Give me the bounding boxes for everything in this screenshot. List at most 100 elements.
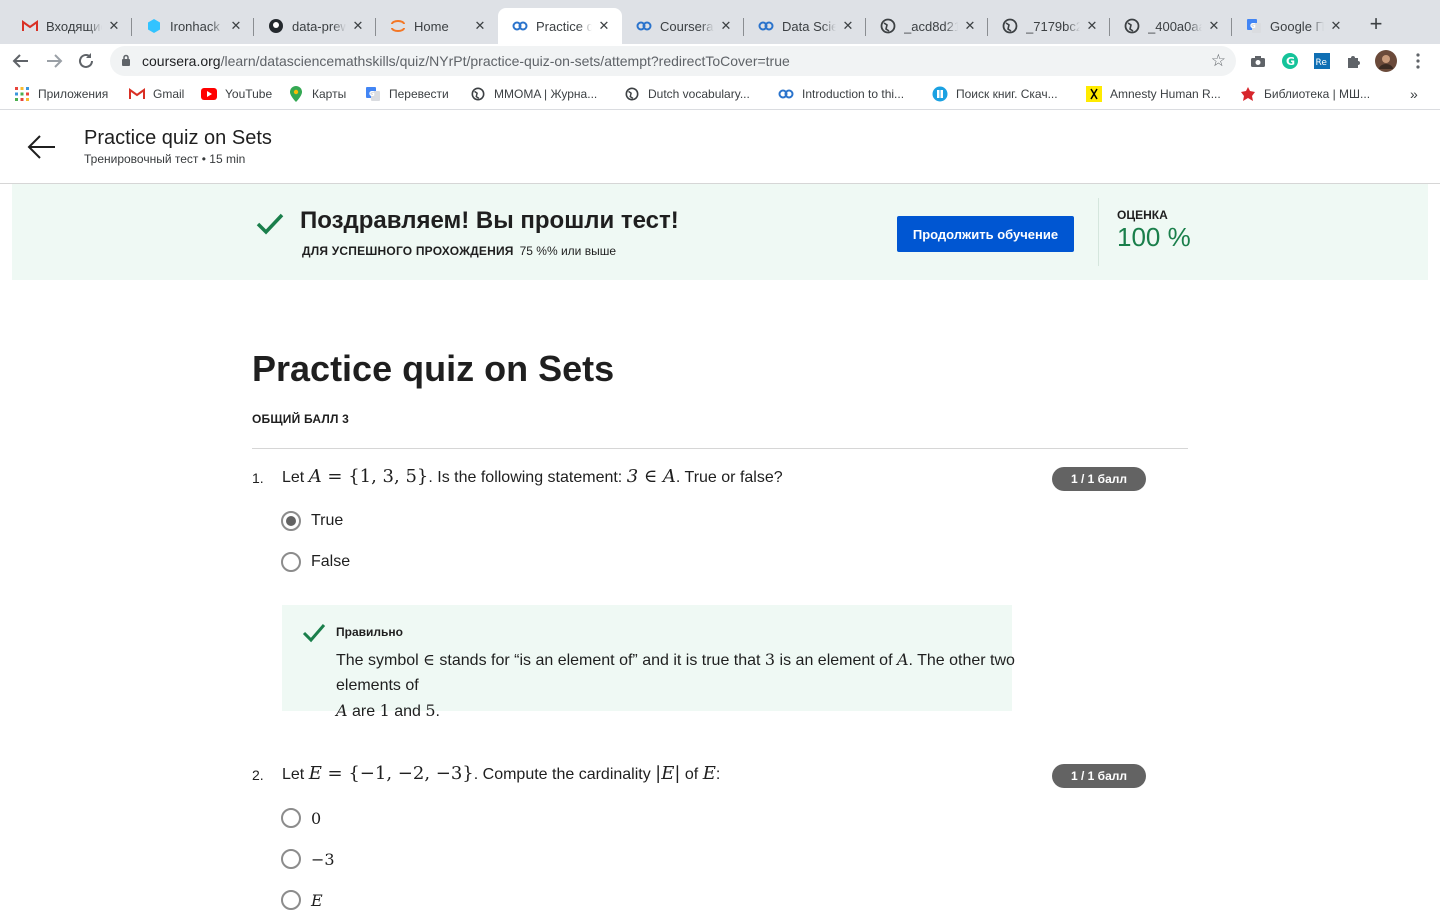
ironhack-icon: [146, 18, 162, 34]
svg-text:G: G: [369, 90, 375, 98]
close-tab-icon[interactable]: ✕: [1328, 18, 1344, 34]
bookmark-mmoma[interactable]: MMOMA | Журна...: [470, 85, 597, 103]
browser-tab-active[interactable]: Practice q ✕: [498, 8, 622, 44]
bookmark-apps[interactable]: Приложения: [14, 85, 108, 103]
close-tab-icon[interactable]: ✕: [1084, 18, 1100, 34]
feedback-box: Правильно The symbol ∈ stands for “is an…: [282, 605, 1015, 720]
globe-icon: [470, 86, 486, 102]
camera-icon[interactable]: [1248, 51, 1268, 71]
address-bar[interactable]: coursera.org/learn/datasciencemathskills…: [110, 46, 1236, 76]
bookmark-youtube[interactable]: YouTube: [201, 85, 272, 103]
bookmark-amnesty[interactable]: Amnesty Human R...: [1086, 85, 1221, 103]
question-number: 2.: [252, 767, 264, 783]
result-banner: Поздравляем! Вы прошли тест! ДЛЯ УСПЕШНО…: [12, 184, 1428, 280]
more-bookmarks-icon[interactable]: »: [1410, 85, 1418, 103]
url-host: coursera.org: [142, 53, 221, 69]
coursera-icon: [758, 18, 774, 34]
svg-text:G: G: [1286, 55, 1295, 68]
bookmark-star-icon[interactable]: ☆: [1211, 51, 1226, 71]
browser-tab[interactable]: Входящие ✕: [8, 8, 132, 44]
close-tab-icon[interactable]: ✕: [962, 18, 978, 34]
browser-tab[interactable]: data-prew ✕: [254, 8, 376, 44]
radio-button[interactable]: [281, 890, 301, 910]
close-tab-icon[interactable]: ✕: [1206, 18, 1222, 34]
new-tab-button[interactable]: +: [1364, 11, 1388, 36]
browser-tab[interactable]: Ironhack S ✕: [132, 8, 254, 44]
readwise-icon[interactable]: Re: [1312, 51, 1332, 71]
feedback-text: The symbol ∈ stands for “is an element o…: [336, 650, 1015, 720]
bookmark-library[interactable]: Библиотека | МШ...: [1240, 85, 1370, 103]
maps-icon: [288, 86, 304, 102]
close-tab-icon[interactable]: ✕: [596, 18, 612, 34]
browser-tab[interactable]: Home ✕: [376, 8, 498, 44]
globe-icon: [1002, 18, 1018, 34]
bookmark-books[interactable]: Поиск книг. Скач...: [932, 85, 1058, 103]
coursera-icon: [778, 86, 794, 102]
svg-text:G: G: [1250, 22, 1256, 30]
question-score-badge: 1 / 1 балл: [1052, 764, 1146, 788]
grade-value: 100 %: [1117, 222, 1191, 252]
github-icon: [268, 18, 284, 34]
back-arrow-icon[interactable]: [8, 48, 34, 74]
grade-label: ОЦЕНКА: [1117, 208, 1168, 222]
pass-label: ДЛЯ УСПЕШНОГО ПРОХОЖДЕНИЯ: [302, 244, 514, 258]
radio-button[interactable]: [281, 849, 301, 869]
youtube-icon: [201, 86, 217, 102]
radio-button[interactable]: [281, 552, 301, 572]
browser-menu-icon[interactable]: [1408, 51, 1428, 71]
pass-value: 75 %% или выше: [519, 244, 616, 258]
question-text: Let E = {−1, −2, −3}. Compute the cardin…: [282, 763, 721, 784]
answer-option[interactable]: E: [281, 888, 323, 912]
bookmark-maps[interactable]: Карты: [288, 85, 346, 103]
radio-button-checked[interactable]: [281, 511, 301, 531]
bookmark-dutch[interactable]: Dutch vocabulary...: [624, 85, 750, 103]
books-icon: [932, 86, 948, 102]
browser-tab[interactable]: Coursera ✕: [622, 8, 744, 44]
feedback-title: Правильно: [336, 625, 403, 639]
check-icon: [255, 212, 285, 236]
continue-learning-button[interactable]: Продолжить обучение: [897, 216, 1074, 252]
close-tab-icon[interactable]: ✕: [228, 18, 244, 34]
back-arrow-icon[interactable]: [26, 131, 58, 163]
total-score: ОБЩИЙ БАЛЛ 3: [252, 412, 349, 426]
quiz-title: Practice quiz on Sets: [252, 348, 615, 389]
browser-tab[interactable]: _400a0aa ✕: [1110, 8, 1232, 44]
browser-tab[interactable]: Data Scie ✕: [744, 8, 866, 44]
bookmark-gmail[interactable]: Gmail: [129, 85, 184, 103]
answer-option[interactable]: −3: [281, 847, 335, 871]
browser-tab[interactable]: _acd8d21 ✕: [866, 8, 988, 44]
bookmark-introduction[interactable]: Introduction to thi...: [778, 85, 904, 103]
extensions-puzzle-icon[interactable]: [1344, 51, 1364, 71]
close-tab-icon[interactable]: ✕: [718, 18, 734, 34]
url-path: /learn/datasciencemathskills/quiz/NYrPt/…: [220, 53, 790, 69]
browser-toolbar: coursera.org/learn/datasciencemathskills…: [0, 44, 1440, 78]
answer-option[interactable]: 0: [281, 806, 321, 830]
browser-tab-strip: Входящие ✕ Ironhack S ✕ data-prew ✕ Home…: [0, 0, 1440, 44]
close-tab-icon[interactable]: ✕: [350, 18, 366, 34]
bookmarks-bar: Приложения Gmail YouTube Карты G Перевес…: [0, 78, 1440, 110]
close-tab-icon[interactable]: ✕: [106, 18, 122, 34]
grammarly-icon[interactable]: G: [1280, 51, 1300, 71]
item-subtitle: Тренировочный тест • 15 min: [84, 152, 246, 166]
globe-icon: [1124, 18, 1140, 34]
radio-button[interactable]: [281, 808, 301, 828]
answer-option[interactable]: False: [281, 550, 350, 574]
item-header: Practice quiz on Sets Тренировочный тест…: [0, 111, 1440, 184]
bookmark-translate[interactable]: G Перевести: [365, 85, 449, 103]
profile-avatar[interactable]: [1375, 50, 1397, 72]
answer-option[interactable]: True: [281, 509, 343, 533]
pass-title: Поздравляем! Вы прошли тест!: [300, 207, 679, 234]
jupyter-icon: [390, 18, 406, 34]
google-translate-icon: G: [365, 86, 381, 102]
amnesty-icon: [1086, 86, 1102, 102]
question-text: Let A = {1, 3, 5}. Is the following stat…: [282, 466, 783, 487]
close-tab-icon[interactable]: ✕: [472, 18, 488, 34]
browser-tab[interactable]: _7179bc2 ✕: [988, 8, 1110, 44]
browser-tab[interactable]: G Google Пе ✕: [1232, 8, 1354, 44]
close-tab-icon[interactable]: ✕: [840, 18, 856, 34]
item-title: Practice quiz on Sets: [84, 127, 272, 149]
library-icon: [1240, 86, 1256, 102]
apps-grid-icon: [14, 86, 30, 102]
forward-arrow-icon[interactable]: [41, 48, 67, 74]
reload-icon[interactable]: [73, 48, 99, 74]
